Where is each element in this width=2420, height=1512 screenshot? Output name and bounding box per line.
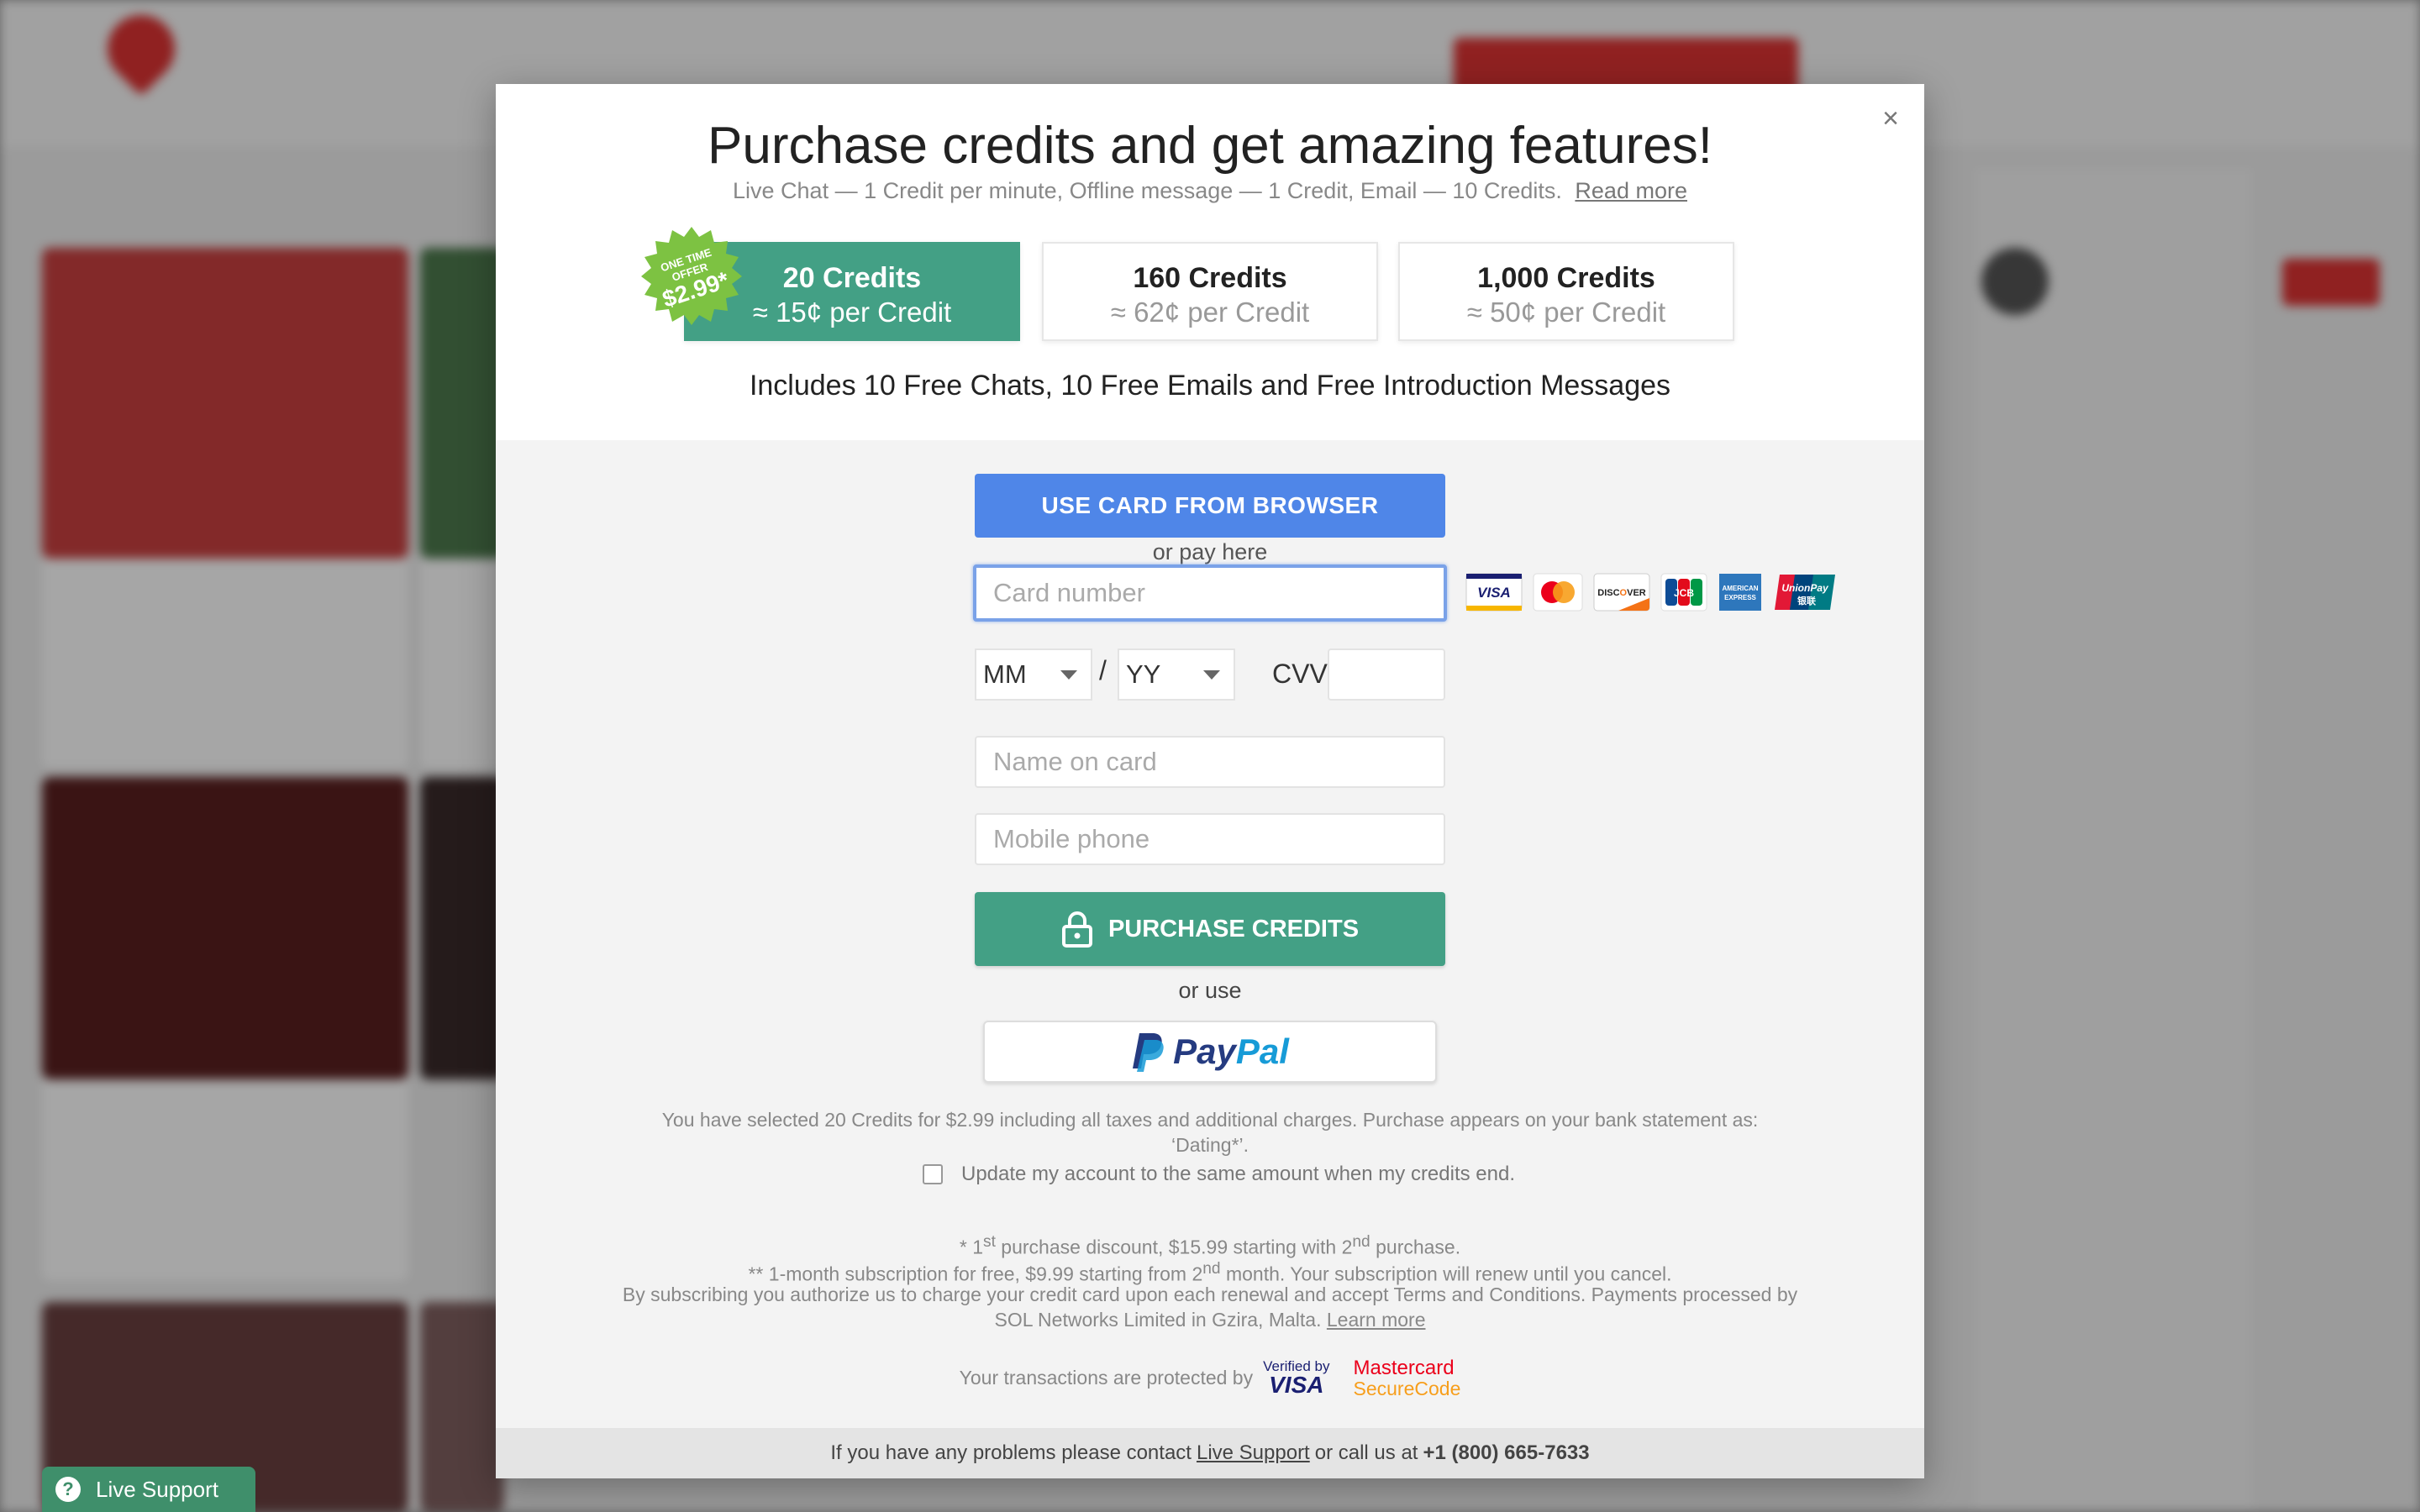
accepted-cards: VISA DISCOVER JCB AMERICAN EXPRESS Union… bbox=[1465, 573, 1847, 612]
amex-icon: AMERICAN EXPRESS bbox=[1719, 574, 1761, 611]
live-support-tab[interactable]: ? Live Support bbox=[42, 1467, 255, 1512]
purchase-credits-modal: × Purchase credits and get amazing featu… bbox=[496, 84, 1924, 1478]
cvv-input[interactable] bbox=[1328, 648, 1445, 701]
visa-text: VISA bbox=[1269, 1372, 1324, 1399]
auto-update-checkbox[interactable] bbox=[923, 1164, 943, 1184]
discount-sup: nd bbox=[1352, 1233, 1370, 1251]
modal-header-section: × Purchase credits and get amazing featu… bbox=[496, 84, 1924, 440]
package-1000-credits[interactable]: 1,000 Credits ≈ 50¢ per Credit bbox=[1398, 242, 1734, 341]
footer-text: or call us at bbox=[1314, 1441, 1418, 1464]
svg-text:DISCOVER: DISCOVER bbox=[1597, 588, 1646, 598]
unionpay-icon: UnionPay 银联 bbox=[1775, 575, 1835, 610]
one-time-offer-badge: ONE TIME OFFER $2.99* bbox=[641, 227, 742, 325]
support-footer: If you have any problems please contact … bbox=[496, 1428, 1924, 1478]
includes-text: Includes 10 Free Chats, 10 Free Emails a… bbox=[749, 370, 1671, 402]
authorization-text: By subscribing you authorize us to charg… bbox=[622, 1284, 1798, 1305]
month-value: MM bbox=[983, 659, 1027, 689]
discount-text: purchase discount, $15.99 starting with … bbox=[995, 1236, 1353, 1258]
live-support-label: Live Support bbox=[96, 1476, 218, 1502]
chevron-down-icon bbox=[1060, 670, 1077, 680]
mobile-phone-input[interactable]: Mobile phone bbox=[975, 813, 1445, 865]
lock-icon bbox=[1061, 911, 1092, 948]
discount-text: purchase. bbox=[1370, 1236, 1461, 1258]
purchase-credits-button[interactable]: PURCHASE CREDITS bbox=[975, 892, 1445, 966]
card-number-placeholder: Card number bbox=[993, 578, 1145, 607]
phone-placeholder: Mobile phone bbox=[993, 824, 1150, 853]
auto-update-row[interactable]: Update my account to the same amount whe… bbox=[923, 1163, 1515, 1186]
or-use-label: or use bbox=[1178, 978, 1242, 1003]
discount-sup: st bbox=[983, 1233, 996, 1251]
svg-text:JCB: JCB bbox=[1674, 587, 1694, 599]
svg-text:UnionPay: UnionPay bbox=[1781, 582, 1829, 594]
discount-text: * 1 bbox=[959, 1236, 984, 1258]
package-160-credits[interactable]: 160 Credits ≈ 62¢ per Credit bbox=[1042, 242, 1378, 341]
svg-text:AMERICAN: AMERICAN bbox=[1722, 585, 1758, 592]
mastercard-securecode-logo: Mastercard SecureCode bbox=[1354, 1357, 1461, 1399]
modal-subtitle: Live Chat — 1 Credit per minute, Offline… bbox=[496, 178, 1924, 204]
verified-by-visa-logo: Verified by VISA bbox=[1263, 1359, 1329, 1397]
svg-text:EXPRESS: EXPRESS bbox=[1724, 594, 1756, 601]
discount-note: * 1st purchase discount, $15.99 starting… bbox=[496, 1230, 1924, 1260]
cvv-label: CVV bbox=[1272, 659, 1328, 689]
live-support-link[interactable]: Live Support bbox=[1197, 1441, 1310, 1465]
footer-text: If you have any problems please contact bbox=[830, 1441, 1192, 1464]
learn-more-link[interactable]: Learn more bbox=[1327, 1309, 1426, 1331]
package-price: ≈ 62¢ per Credit bbox=[1110, 297, 1310, 328]
modal-title: Purchase credits and get amazing feature… bbox=[708, 117, 1712, 175]
chevron-down-icon bbox=[1203, 670, 1220, 680]
securecode-text: SecureCode bbox=[1353, 1378, 1461, 1400]
package-credits: 1,000 Credits bbox=[1477, 262, 1655, 294]
package-credits: 160 Credits bbox=[1133, 262, 1287, 294]
year-value: YY bbox=[1126, 659, 1161, 689]
name-placeholder: Name on card bbox=[993, 747, 1157, 776]
protected-by-text: Your transactions are protected by bbox=[959, 1367, 1254, 1389]
selection-line2: ‘Dating*’. bbox=[1171, 1134, 1249, 1156]
auto-update-label: Update my account to the same amount whe… bbox=[961, 1163, 1516, 1185]
expiry-separator: / bbox=[1099, 655, 1107, 685]
paypal-wordmark: PayPal bbox=[1173, 1032, 1289, 1072]
discover-icon: DISCOVER bbox=[1593, 573, 1650, 612]
help-icon: ? bbox=[55, 1477, 81, 1502]
jcb-icon: JCB bbox=[1660, 573, 1707, 612]
name-on-card-input[interactable]: Name on card bbox=[975, 736, 1445, 788]
svg-text:银联: 银联 bbox=[1797, 595, 1816, 606]
mastercard-text: Mastercard bbox=[1353, 1357, 1455, 1379]
mastercard-icon bbox=[1533, 573, 1583, 612]
authorization-note: By subscribing you authorize us to charg… bbox=[496, 1282, 1924, 1332]
package-price: ≈ 50¢ per Credit bbox=[1466, 297, 1666, 328]
paypal-icon bbox=[1133, 1033, 1164, 1072]
purchase-label: PURCHASE CREDITS bbox=[1107, 915, 1360, 942]
security-badges: Your transactions are protected by Verif… bbox=[496, 1357, 1924, 1399]
visa-icon: VISA bbox=[1465, 573, 1523, 612]
pricing-info: Live Chat — 1 Credit per minute, Offline… bbox=[733, 178, 1562, 203]
selection-summary: You have selected 20 Credits for $2.99 i… bbox=[496, 1107, 1924, 1158]
paypal-pay: Pay bbox=[1173, 1032, 1236, 1071]
selection-line1: You have selected 20 Credits for $2.99 i… bbox=[661, 1109, 1759, 1131]
read-more-link[interactable]: Read more bbox=[1575, 178, 1687, 203]
expiry-month-select[interactable]: MM bbox=[975, 648, 1092, 701]
processor-line: SOL Networks Limited in Gzira, Malta. Le… bbox=[496, 1307, 1924, 1332]
support-phone: +1 (800) 665-7633 bbox=[1423, 1441, 1590, 1464]
subscription-sup: nd bbox=[1202, 1260, 1221, 1278]
use-card-from-browser-button[interactable]: USE CARD FROM BROWSER bbox=[975, 474, 1445, 538]
svg-text:VISA: VISA bbox=[1477, 585, 1511, 601]
or-pay-here-label: or pay here bbox=[1152, 539, 1268, 564]
processor-text: SOL Networks Limited in Gzira, Malta. bbox=[994, 1309, 1322, 1331]
expiry-year-select[interactable]: YY bbox=[1118, 648, 1235, 701]
card-number-input[interactable]: Card number bbox=[973, 564, 1447, 622]
paypal-button[interactable]: PayPal bbox=[983, 1021, 1437, 1083]
paypal-pal: Pal bbox=[1235, 1032, 1289, 1071]
